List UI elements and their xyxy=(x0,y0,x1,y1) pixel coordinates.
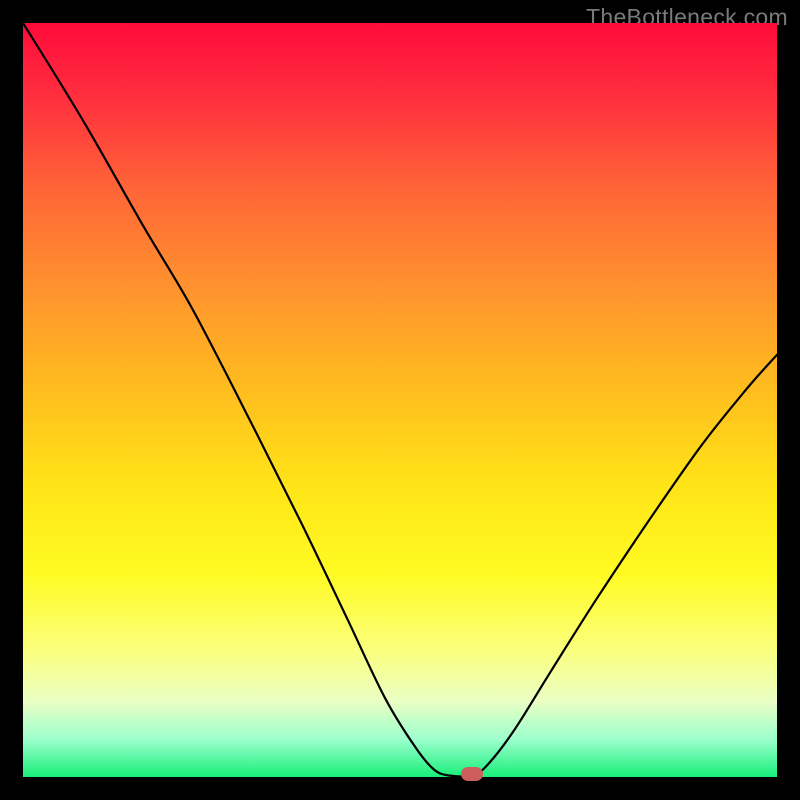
bottleneck-curve xyxy=(23,23,777,776)
curve-layer xyxy=(23,23,777,777)
chart-frame: TheBottleneck.com xyxy=(0,0,800,800)
optimal-marker xyxy=(461,767,483,781)
plot-area xyxy=(23,23,777,777)
